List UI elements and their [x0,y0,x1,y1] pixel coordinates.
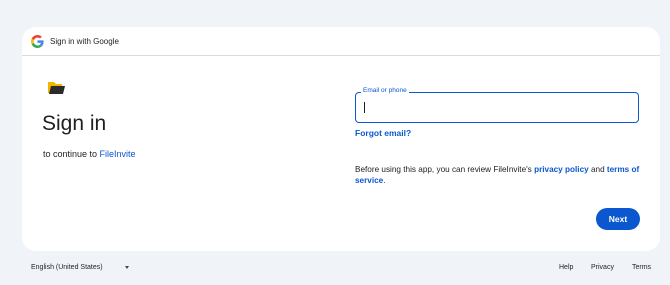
folder-icon [47,79,66,96]
privacy-policy-link[interactable]: privacy policy [534,165,589,174]
terms-link[interactable]: Terms [632,264,651,271]
email-field-label: Email or phone [361,87,409,94]
forgot-email-link[interactable]: Forgot email? [355,128,411,138]
app-name-link[interactable]: FileInvite [100,149,136,159]
privacy-link[interactable]: Privacy [591,264,614,271]
help-link[interactable]: Help [559,264,573,271]
notice-and: and [588,165,607,174]
continue-prefix: to continue to [43,149,100,159]
text-cursor [364,102,365,113]
google-g-icon [31,34,44,48]
continue-text: to continue to FileInvite [43,149,136,159]
notice-suffix: . [383,176,386,185]
language-label: English (United States) [31,264,103,271]
header-title: Sign in with Google [50,36,119,46]
card-header: Sign in with Google [22,27,660,56]
email-field[interactable]: Email or phone [355,87,639,123]
sign-in-card: Sign in with Google Sign in to continue … [22,27,660,251]
language-selector[interactable]: English (United States) [31,264,129,271]
privacy-notice: Before using this app, you can review Fi… [355,164,645,186]
next-button[interactable]: Next [596,208,640,230]
page-title: Sign in [42,112,107,135]
dropdown-arrow-icon [124,266,129,269]
footer: English (United States) Help Privacy Ter… [0,263,670,277]
notice-prefix: Before using this app, you can review Fi… [355,165,535,174]
